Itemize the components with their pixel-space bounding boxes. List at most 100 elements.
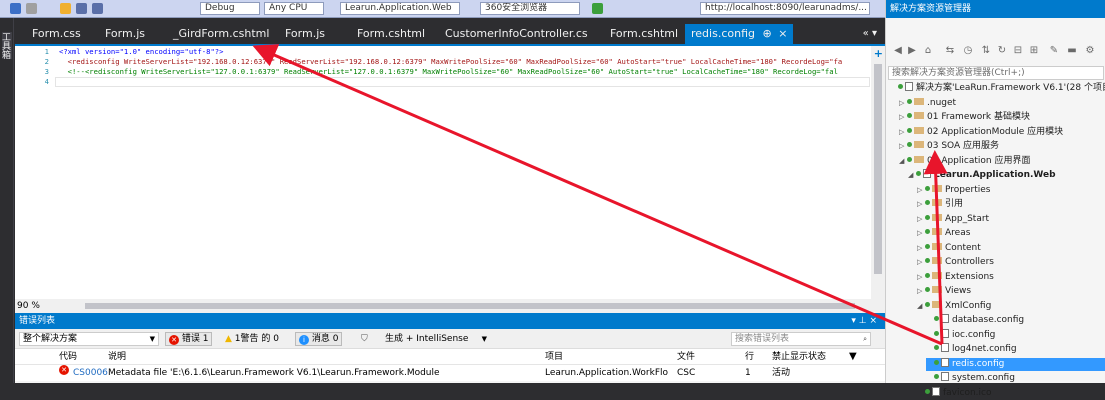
tab-girdform-cshtml[interactable]: _GirdForm.cshtml [173,24,269,44]
tree-node-nuget[interactable]: ▷ .nuget [899,97,1105,110]
scroll-thumb[interactable] [874,64,882,274]
close-icon[interactable]: × [778,27,787,40]
home-icon[interactable]: ⌂ [922,45,934,57]
split-icon[interactable]: + [874,47,883,60]
horizontal-scrollbar[interactable] [85,303,855,309]
tab-customerinfocontroller[interactable]: CustomerInfoController.cs [445,24,588,44]
build-intellisense-combo[interactable]: 生成 + IntelliSense ▼ [381,332,491,346]
tree-node-content[interactable]: ▷ Content [917,242,1105,255]
vertical-scrollbar[interactable]: + [871,46,885,299]
error-code-link[interactable]: CS0006 [73,365,108,381]
tab-form-css[interactable]: Form.css [32,24,81,44]
refresh-icon[interactable]: ↻ [996,45,1008,57]
column-header-suppress[interactable]: 禁止显示状态 [772,349,826,365]
tab-form-js-2[interactable]: Form.js [285,24,325,44]
column-header-project[interactable]: 项目 [545,349,563,365]
tree-node-redis-config[interactable]: redis.config [926,357,1105,371]
tree-node-learun-application-web[interactable]: ◢ Learun.Application.Web [908,169,1105,182]
back-icon[interactable] [10,3,21,14]
tab-form-cshtml-2[interactable]: Form.cshtml [610,24,678,44]
tree-node-controllers[interactable]: ▷ Controllers [917,256,1105,269]
expand-icon[interactable]: ▷ [917,256,925,269]
panel-controls[interactable]: ▾ ⊥ × [851,313,877,329]
tree-node-extensions[interactable]: ▷ Extensions [917,271,1105,284]
zoom-level[interactable]: 90 % [17,299,40,313]
forward-icon[interactable]: ▶ [906,45,918,57]
code-line[interactable]: <redisconfig WriteServerList="192.168.0.… [59,57,843,67]
expand-icon[interactable]: ▷ [917,271,925,284]
tree-node-system-config[interactable]: system.config [926,372,1105,385]
expand-icon[interactable]: ▷ [917,184,925,197]
tree-node-01-framework[interactable]: ▷ 01 Framework 基础模块 [899,111,1105,124]
messages-filter-button[interactable]: i 消息 0 [295,332,343,346]
code-editor[interactable]: 1 <?xml version="1.0" encoding="utf-8"?>… [15,44,885,299]
back-icon[interactable]: ◀ [892,45,904,57]
expand-icon[interactable]: ▷ [899,140,907,153]
browser-combo[interactable]: 360安全浏览器 [480,2,580,15]
tree-node-ioc-config[interactable]: ioc.config [926,328,1105,342]
tree-node-02-applicationmodule[interactable]: ▷ 02 ApplicationModule 应用模块 [899,126,1105,139]
expand-icon[interactable]: ▷ [899,97,907,110]
save-icon[interactable] [76,3,87,14]
column-header-code[interactable]: 代码 [59,349,77,365]
tree-node-areas[interactable]: ▷ Areas [917,227,1105,240]
tab-redis-config[interactable]: redis.config ⊕ × [685,24,794,44]
tree-node-04-application[interactable]: ◢ 04 Application 应用界面 [899,155,1105,168]
tab-form-js[interactable]: Form.js [105,24,145,44]
expanded-icon[interactable]: ◢ [917,300,925,313]
properties-icon[interactable]: ✎ [1048,45,1060,57]
tree-node-xmlconfig[interactable]: ◢ XmlConfig [917,300,1105,313]
history-icon[interactable]: ◷ [962,45,974,57]
preview-icon[interactable]: ▬ [1066,45,1078,57]
scope-combo[interactable]: 整个解决方案 ▼ [19,332,159,346]
url-combo[interactable]: http://localhost:8090/learunadms/... [700,2,870,15]
column-header-desc[interactable]: 说明 [108,349,126,365]
expand-icon[interactable]: ▷ [899,111,907,124]
tree-node-views[interactable]: ▷ Views [917,285,1105,298]
config-combo[interactable]: Debug [200,2,260,15]
expand-icon[interactable]: ▷ [917,198,925,211]
run-icon[interactable] [592,3,603,14]
settings-icon[interactable]: ⚙ [1084,45,1096,57]
tab-overflow-menu[interactable]: « ▾ [863,24,877,44]
filter-icon[interactable]: ⛉ [361,332,368,346]
code-line[interactable]: <!--<redisconfig WriteServerList="127.0.… [59,67,838,77]
warnings-filter-button[interactable]: ▲ 1警告 的 0 [225,332,279,346]
expand-icon[interactable]: ▷ [917,227,925,240]
startup-project-combo[interactable]: Learun.Application.Web [340,2,460,15]
expanded-icon[interactable]: ◢ [899,155,907,168]
switch-views-icon[interactable]: ⇆ [944,45,956,57]
expand-icon[interactable]: ▷ [899,126,907,139]
expand-icon[interactable]: ▷ [917,213,925,226]
solution-search-input[interactable]: 搜索解决方案资源管理器(Ctrl+;) [888,66,1104,80]
column-filter-icon[interactable]: ▼ [849,349,857,365]
table-row[interactable]: ✕ CS0006 Metadata file 'E:\6.1.6\Learun.… [15,365,885,381]
show-all-files-icon[interactable]: ⊞ [1028,45,1040,57]
pin-icon[interactable]: ⊕ [762,27,771,40]
toolbox-label[interactable]: 工具箱 [0,32,12,59]
collapse-all-icon[interactable]: ⊟ [1012,45,1024,57]
column-header-file[interactable]: 文件 [677,349,695,365]
search-error-list-input[interactable]: 搜索错误列表 ⌕ [731,332,871,346]
tree-node-03-soa[interactable]: ▷ 03 SOA 应用服务 [899,140,1105,153]
expand-icon[interactable]: ▷ [917,285,925,298]
tree-node-database-config[interactable]: database.config [926,314,1105,327]
code-line[interactable]: <?xml version="1.0" encoding="utf-8"?> [59,47,223,57]
tab-form-cshtml[interactable]: Form.cshtml [357,24,425,44]
platform-combo[interactable]: Any CPU [264,2,324,15]
pending-changes-icon[interactable]: ⇅ [980,45,992,57]
tree-node-app-start[interactable]: ▷ App_Start [917,213,1105,226]
tree-node-favicon-ico[interactable]: favicon.ico [917,386,1105,400]
column-header-line[interactable]: 行 [745,349,754,365]
tree-node-log4net-config[interactable]: log4net.config [926,343,1105,356]
forward-icon[interactable] [26,3,37,14]
toolbox-strip[interactable]: 工具箱 [0,18,14,383]
tree-node-properties[interactable]: ▷ Properties [917,184,1105,197]
expanded-icon[interactable]: ◢ [908,169,916,182]
tree-node-[interactable]: ▷ 引用 [917,198,1105,211]
save-all-icon[interactable] [92,3,103,14]
tree-node-learun-framework-v6-1-28[interactable]: 解决方案'LeaRun.Framework V6.1'(28 个项目) [890,82,1105,95]
expand-icon[interactable]: ▷ [917,242,925,255]
errors-filter-button[interactable]: ✕ 错误 1 [165,332,213,346]
open-folder-icon[interactable] [60,3,71,14]
